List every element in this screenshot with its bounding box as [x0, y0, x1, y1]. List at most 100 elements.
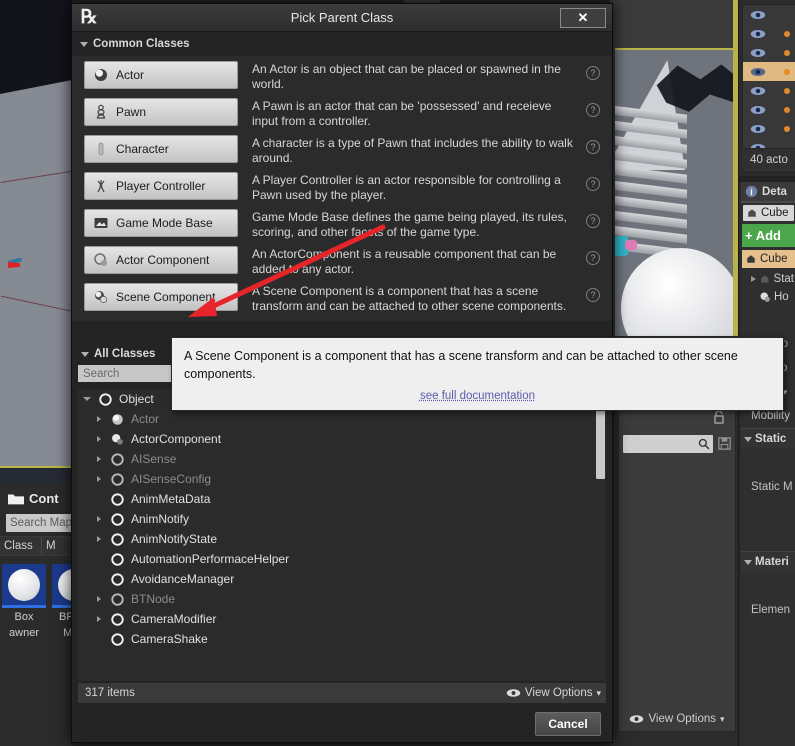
outliner-row[interactable] [743, 24, 795, 43]
class-button-player-controller[interactable]: Player Controller [84, 172, 238, 200]
help-icon[interactable]: ? [586, 103, 600, 117]
expand-arrow-icon[interactable] [94, 476, 104, 482]
actor-component-icon [94, 253, 107, 266]
tree-item-automationperformacehelper[interactable]: AutomationPerformaceHelper [78, 549, 606, 569]
expand-arrow-icon[interactable] [94, 456, 104, 462]
outliner-row[interactable] [743, 43, 795, 62]
help-icon[interactable]: ? [586, 214, 600, 228]
details-panel[interactable]: i Deta Cube + Add Cube Stat Ho ▾ Mobilit… [741, 182, 795, 746]
outliner-row[interactable] [743, 119, 795, 138]
tree-item-animnotifystate[interactable]: AnimNotifyState [78, 529, 606, 549]
outliner-search-input[interactable] [623, 435, 713, 453]
tree-item-label: Object [119, 392, 154, 406]
expand-arrow-icon[interactable] [94, 436, 104, 442]
eye-icon[interactable] [750, 124, 766, 134]
expand-arrow-icon[interactable] [94, 416, 104, 422]
tree-item-animnotify[interactable]: AnimNotify [78, 509, 606, 529]
collapse-arrow-icon[interactable] [80, 41, 88, 47]
help-icon[interactable]: ? [586, 66, 600, 80]
expand-arrow-icon[interactable] [751, 276, 756, 282]
collapse-arrow-icon[interactable] [81, 351, 89, 357]
eye-icon [630, 715, 644, 723]
tree-item-avoidancemanager[interactable]: AvoidanceManager [78, 569, 606, 589]
expand-arrow-icon[interactable] [94, 616, 104, 622]
class-description: Game Mode Base defines the game being pl… [252, 210, 567, 239]
class-button-actor-component[interactable]: Actor Component [84, 246, 238, 274]
class-button-scene-component[interactable]: Scene Component [84, 283, 238, 311]
asset-label-line2: Map [63, 627, 72, 639]
property-static-mesh[interactable]: Static M [741, 475, 795, 499]
expand-arrow-icon[interactable] [94, 596, 104, 602]
component-icon [747, 255, 755, 263]
class-tree[interactable]: Object Actor ActorComponent AISense AISe… [78, 389, 606, 681]
eye-icon[interactable] [750, 67, 766, 77]
class-button-character[interactable]: Character [84, 135, 238, 163]
common-class-row: Actor An Actor is an object that can be … [72, 58, 612, 95]
see-full-documentation-link[interactable]: see full documentation [184, 390, 771, 402]
tree-item-actorcomponent[interactable]: ActorComponent [78, 429, 606, 449]
level-viewport-right-slice[interactable] [610, 0, 738, 336]
component-row-selected[interactable]: Cube [742, 250, 795, 268]
help-icon[interactable]: ? [586, 288, 600, 302]
tree-item-actor[interactable]: Actor [78, 409, 606, 429]
common-classes-header[interactable]: Common Classes [72, 32, 612, 56]
class-search-input[interactable]: Search [78, 365, 186, 382]
tree-item-animmetadata[interactable]: AnimMetaData [78, 489, 606, 509]
lock-icon[interactable] [711, 409, 727, 425]
outliner-view-options-button[interactable]: View Options ▾ [619, 713, 735, 725]
expand-arrow-icon[interactable] [82, 397, 92, 401]
content-browser[interactable]: Cont Search Map Class M Box awner BP_M M… [0, 484, 72, 746]
asset-tile[interactable]: Box awner [2, 564, 46, 640]
cancel-button[interactable]: Cancel [535, 712, 601, 736]
component-static-mesh-row[interactable]: Stat [741, 270, 795, 288]
content-browser-search-input[interactable]: Search Map [6, 514, 72, 532]
asset-sphere-preview [58, 568, 72, 601]
close-button[interactable]: ✕ [560, 8, 606, 28]
outliner-row[interactable] [743, 100, 795, 119]
actor-type-dot [784, 87, 790, 94]
property-material-element[interactable]: Elemen [741, 598, 795, 622]
column-header-class[interactable]: Class [0, 537, 42, 555]
eye-icon[interactable] [750, 48, 766, 58]
eye-icon[interactable] [750, 86, 766, 96]
folder-icon [8, 494, 24, 504]
common-classes-list: Actor An Actor is an object that can be … [72, 56, 612, 321]
class-button-pawn[interactable]: Pawn [84, 98, 238, 126]
tree-item-camerashake[interactable]: CameraShake [78, 629, 606, 649]
tree-item-aisense[interactable]: AISense [78, 449, 606, 469]
static-mesh-icon [761, 275, 769, 283]
add-component-button[interactable]: + Add [742, 224, 795, 247]
eye-icon[interactable] [750, 105, 766, 115]
eye-icon[interactable] [750, 10, 766, 20]
help-icon[interactable]: ? [586, 177, 600, 191]
outliner-rows-container[interactable] [742, 4, 795, 172]
class-button-actor[interactable]: Actor [84, 61, 238, 89]
tree-item-btnode[interactable]: BTNode [78, 589, 606, 609]
help-icon[interactable]: ? [586, 251, 600, 265]
expand-arrow-icon[interactable] [94, 536, 104, 542]
dialog-title-bar[interactable]: ℞ Pick Parent Class ✕ [72, 4, 612, 32]
class-button-game-mode-base[interactable]: Game Mode Base [84, 209, 238, 237]
collapse-arrow-icon[interactable] [744, 559, 752, 565]
help-icon[interactable]: ? [586, 140, 600, 154]
tree-item-aisenseconfig[interactable]: AISenseConfig [78, 469, 606, 489]
section-materials[interactable]: Materi [741, 551, 795, 572]
tree-item-label: AISense [131, 452, 177, 466]
asset-tile[interactable]: BP_M Map [52, 564, 72, 640]
section-static-mesh[interactable]: Static [741, 428, 795, 449]
component-child-row[interactable]: Ho [741, 288, 795, 306]
component-static-label: Stat [773, 273, 794, 285]
expand-arrow-icon[interactable] [94, 516, 104, 522]
outliner-row[interactable] [743, 81, 795, 100]
tree-item-cameramodifier[interactable]: CameraModifier [78, 609, 606, 629]
tab-details[interactable]: i Deta [741, 182, 795, 203]
collapse-arrow-icon[interactable] [744, 436, 752, 442]
save-icon[interactable] [717, 436, 732, 451]
eye-icon[interactable] [750, 29, 766, 39]
actor-name-field[interactable]: Cube [743, 205, 794, 221]
level-viewport[interactable] [0, 0, 72, 484]
view-options-button[interactable]: View Options ▾ [506, 687, 601, 699]
outliner-row-selected[interactable] [743, 62, 795, 81]
outliner-row[interactable] [743, 5, 795, 24]
column-header-m[interactable]: M [42, 537, 60, 555]
